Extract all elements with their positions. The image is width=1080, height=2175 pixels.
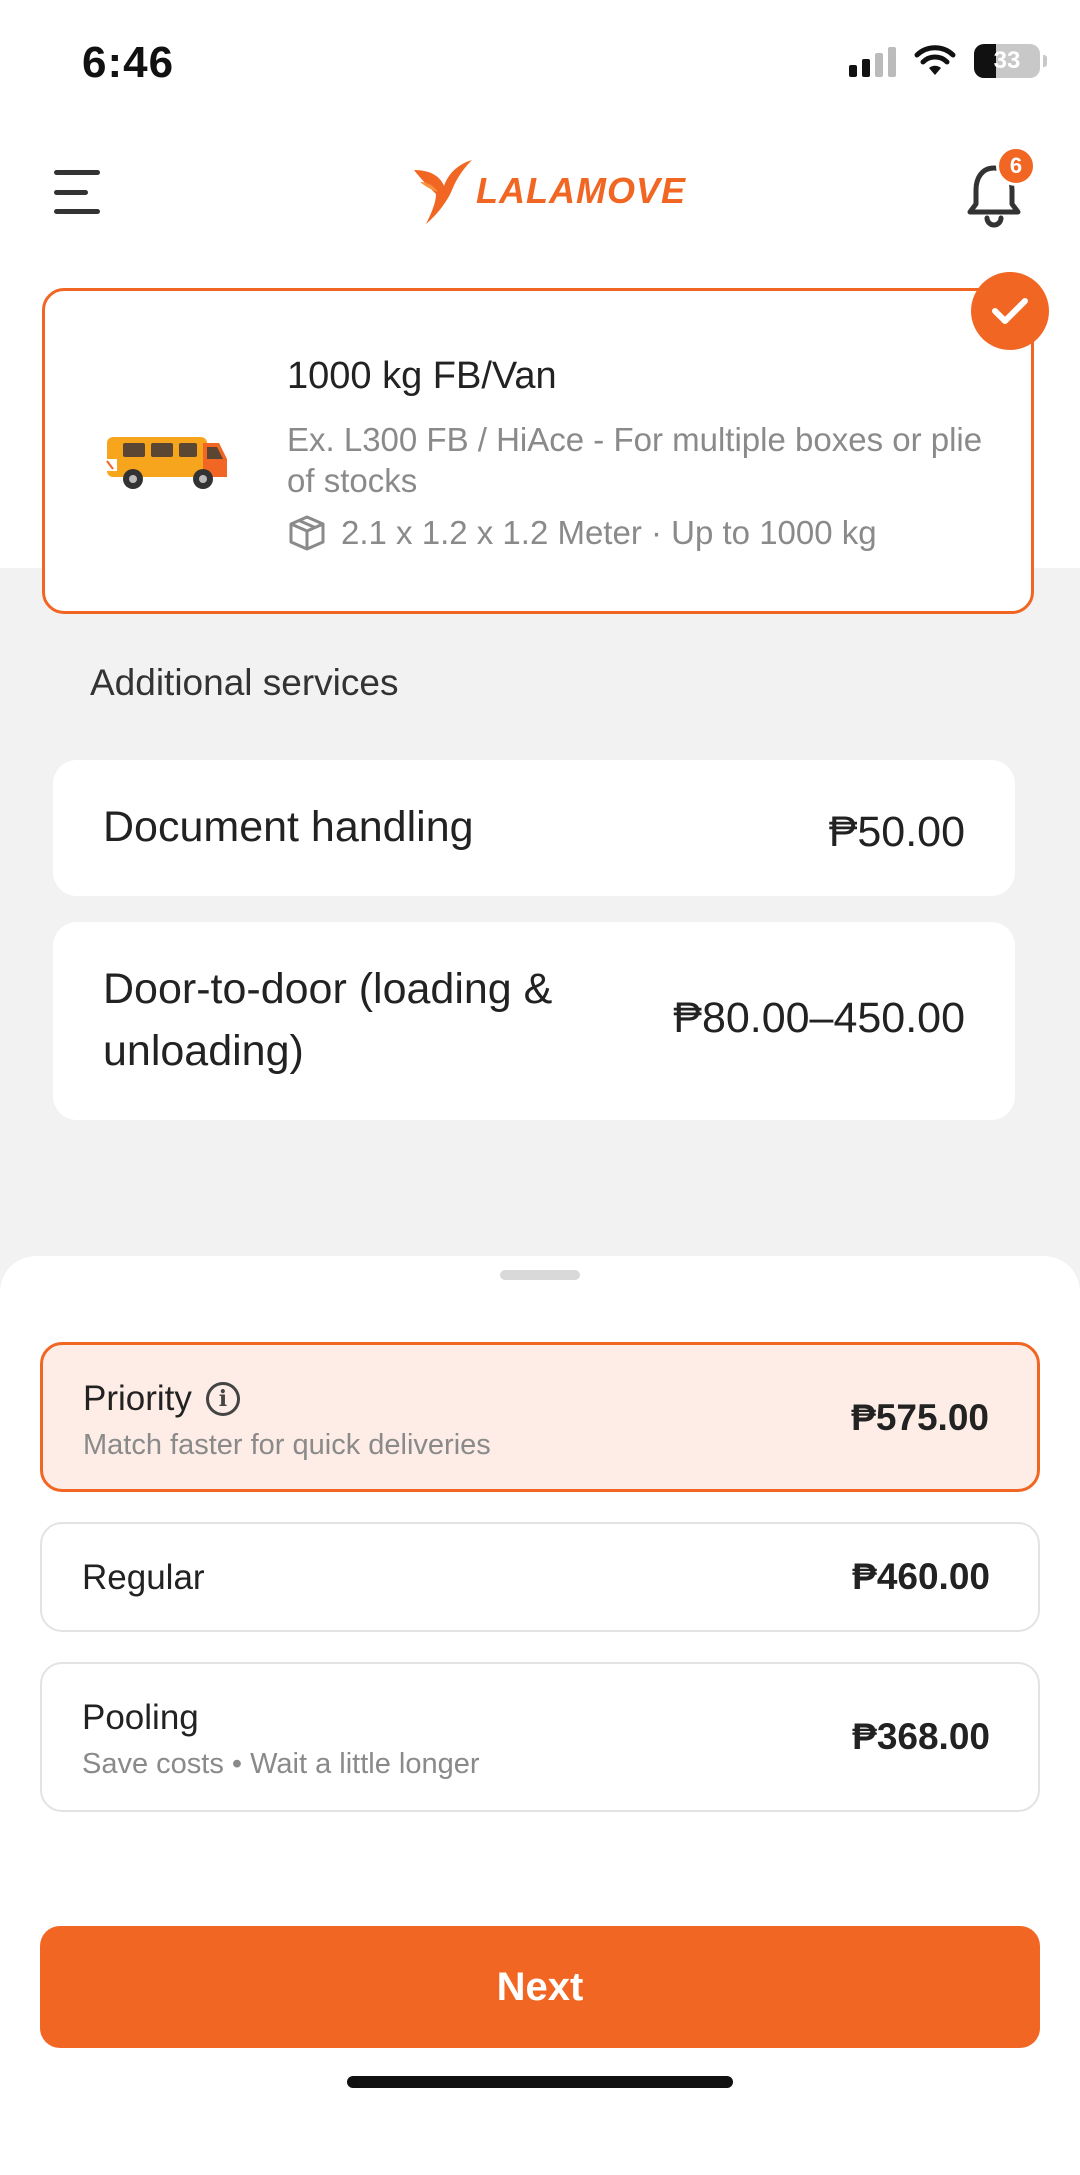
option-regular[interactable]: Regular ₱460.00 bbox=[40, 1522, 1040, 1632]
service-name: Document handling bbox=[103, 803, 474, 851]
info-icon[interactable]: i bbox=[205, 1382, 240, 1416]
battery-level: 33 bbox=[993, 47, 1021, 74]
option-priority[interactable]: Priority i Match faster for quick delive… bbox=[40, 1342, 1040, 1492]
logo-text: LALAMOVE bbox=[476, 170, 686, 211]
next-button[interactable]: Next bbox=[40, 1926, 1040, 2048]
option-title: Pooling bbox=[82, 1698, 199, 1738]
option-price: ₱460.00 bbox=[852, 1556, 990, 1597]
van-icon bbox=[103, 437, 227, 489]
home-indicator[interactable] bbox=[347, 2076, 733, 2088]
status-icons: 33 bbox=[849, 44, 1047, 78]
wifi-icon bbox=[914, 45, 956, 75]
status-time: 6:46 bbox=[82, 38, 175, 87]
option-subtitle: Save costs • Wait a little longer bbox=[82, 1748, 480, 1780]
bird-logo-icon bbox=[414, 160, 472, 224]
service-price: ₱50.00 bbox=[828, 808, 965, 856]
option-pooling[interactable]: Pooling Save costs • Wait a little longe… bbox=[40, 1662, 1040, 1812]
service-door-to-door[interactable]: Door-to-door (loading & unloading) ₱80.0… bbox=[53, 922, 1015, 1120]
option-price: ₱575.00 bbox=[851, 1397, 989, 1438]
vehicle-title: 1000 kg FB/Van bbox=[287, 355, 557, 397]
option-subtitle: Match faster for quick deliveries bbox=[83, 1429, 491, 1461]
additional-services-heading: Additional services bbox=[90, 662, 399, 703]
service-name: Door-to-door (loading & unloading) bbox=[103, 965, 553, 1075]
option-name: Regular bbox=[82, 1558, 205, 1597]
option-price: ₱368.00 bbox=[852, 1716, 990, 1757]
option-title: Regular bbox=[82, 1558, 205, 1598]
vehicle-spec: 2.1 x 1.2 x 1.2 Meter · Up to 1000 kg bbox=[287, 513, 877, 553]
battery-icon: 33 bbox=[974, 44, 1047, 78]
app-header: LALAMOVE 6 bbox=[0, 130, 1080, 280]
delivery-options-sheet: Priority i Match faster for quick delive… bbox=[0, 1256, 1080, 2175]
cellular-signal-icon bbox=[849, 45, 896, 77]
option-title: Priority i bbox=[83, 1379, 240, 1419]
status-bar: 6:46 33 bbox=[0, 0, 1080, 130]
service-price: ₱80.00–450.00 bbox=[673, 994, 965, 1042]
service-document-handling[interactable]: Document handling ₱50.00 bbox=[53, 760, 1015, 896]
selected-check-icon bbox=[971, 272, 1049, 350]
vehicle-card-selected[interactable]: 1000 kg FB/Van Ex. L300 FB / HiAce - For… bbox=[42, 288, 1034, 614]
option-name: Pooling bbox=[82, 1698, 199, 1737]
notification-count-badge: 6 bbox=[996, 146, 1036, 186]
option-name: Priority bbox=[83, 1379, 192, 1418]
lalamove-logo: LALAMOVE bbox=[412, 156, 686, 226]
vehicle-description: Ex. L300 FB / HiAce - For multiple boxes… bbox=[287, 421, 983, 499]
hamburger-menu-icon[interactable] bbox=[54, 170, 100, 214]
sheet-drag-handle[interactable] bbox=[500, 1270, 580, 1280]
box-icon bbox=[289, 515, 325, 551]
vehicle-spec-text: 2.1 x 1.2 x 1.2 Meter · Up to 1000 kg bbox=[341, 514, 877, 551]
